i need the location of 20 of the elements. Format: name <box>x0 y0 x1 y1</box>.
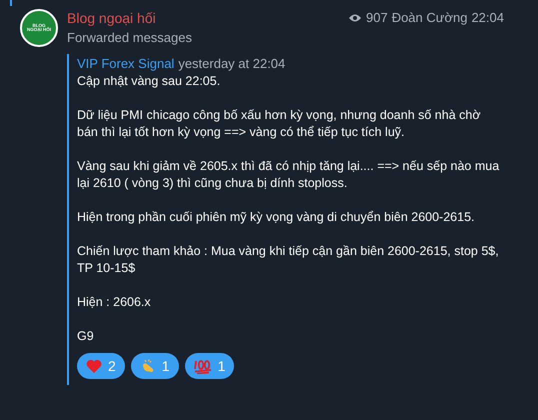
reaction-button[interactable]: 1 <box>184 353 234 379</box>
author-name: Đoàn Cường <box>392 9 468 28</box>
message-paragraph: G9 <box>77 328 95 345</box>
message-paragraph: Chiến lược tham khảo : Mua vàng khi tiếp cận gần biên 2600-2615, stop 5$, TP 10-15$ <box>77 243 500 277</box>
reaction-button[interactable]: 2 <box>77 353 125 379</box>
message-paragraph: Hiện trong phần cuối phiên mỹ kỳ vọng vàng di chuyển biên 2600-2615. <box>77 209 476 226</box>
eye-icon <box>348 13 362 23</box>
message-time: 22:04 <box>471 9 504 28</box>
forward-date: yesterday at 22:04 <box>178 54 286 73</box>
view-count: 907 <box>366 9 388 28</box>
reaction-button[interactable]: 1 <box>130 353 179 379</box>
message-paragraph: Dữ liệu PMI chicago công bố xấu hơn kỳ vọng, nhưng doanh số nhà chờ bán thì lại tốt hơn kỳ vọng ==> vàng có thể tiếp tục tích luỹ. <box>77 107 482 141</box>
hundred-points-icon <box>194 358 212 374</box>
forwarded-label: Forwarded messages <box>67 29 193 47</box>
channel-name[interactable]: Blog ngoại hối <box>67 8 156 28</box>
heart-icon <box>86 358 102 374</box>
message-paragraph: Cập nhật vàng sau 22:05. <box>77 73 222 90</box>
forward-source[interactable]: VIP Forex Signal <box>77 54 174 73</box>
message-paragraph: Hiện : 2606.x <box>77 294 152 311</box>
message-paragraph: Vàng sau khi giảm về 2605.x thì đã có nhịp tăng lại.... ==> nếu sếp nào mua lại 2610 ( vòng 3) thì cũng chưa bị dính stoploss. <box>77 158 500 192</box>
